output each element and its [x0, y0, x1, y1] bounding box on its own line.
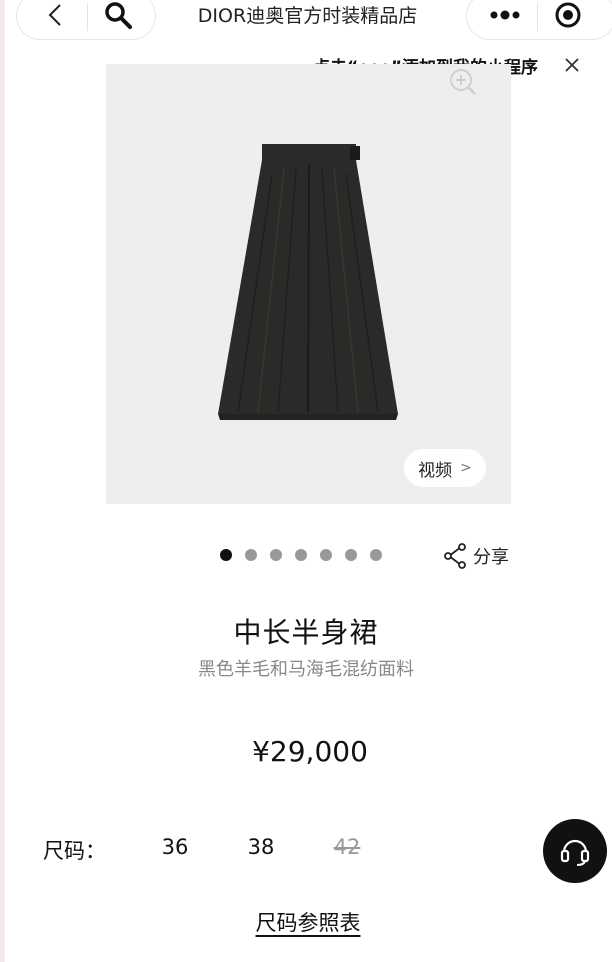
page-title: DIOR迪奥官方时装精品店: [197, 5, 418, 27]
product-price: ¥29,000: [252, 735, 368, 768]
page-edge: [0, 0, 5, 962]
zoom-button[interactable]: [448, 67, 478, 97]
carousel-dot[interactable]: [345, 549, 357, 561]
close-icon: [565, 58, 579, 72]
share-icon: [444, 543, 466, 569]
carousel-dot[interactable]: [220, 549, 232, 561]
headset-icon: [560, 839, 590, 866]
size-option-36[interactable]: 36: [155, 835, 195, 859]
top-bar: DIOR迪奥官方时装精品店: [0, 0, 612, 50]
share-button[interactable]: 分享: [443, 541, 509, 571]
carousel-dot[interactable]: [270, 549, 282, 561]
customer-service-button[interactable]: [543, 819, 607, 883]
more-button[interactable]: [480, 0, 530, 32]
target-icon: [555, 2, 581, 28]
size-label: 尺码：: [43, 839, 106, 863]
product-image[interactable]: [106, 64, 511, 504]
more-dots-icon: [490, 10, 520, 20]
product-name: 中长半身裙: [233, 616, 379, 649]
carousel-dot[interactable]: [295, 549, 307, 561]
share-label: 分享: [473, 547, 509, 568]
video-button[interactable]: 视频 >: [404, 449, 486, 487]
video-label: 视频: [418, 460, 453, 481]
size-option-38[interactable]: 38: [241, 835, 281, 859]
back-button[interactable]: [40, 0, 70, 32]
zoom-in-icon: [450, 69, 476, 95]
tip-close-button[interactable]: [561, 54, 583, 76]
close-miniprogram-button[interactable]: [548, 0, 588, 34]
chevron-right-icon: >: [460, 460, 472, 476]
carousel-dot[interactable]: [245, 549, 257, 561]
search-icon: [105, 2, 132, 29]
size-guide-link[interactable]: 尺码参照表: [0, 907, 612, 937]
carousel-dot[interactable]: [370, 549, 382, 561]
product-description: 黑色羊毛和马海毛混纺面料: [198, 659, 414, 680]
carousel-dot[interactable]: [320, 549, 332, 561]
chevron-left-icon: [48, 4, 61, 26]
search-button[interactable]: [100, 0, 136, 34]
carousel-dots: [220, 549, 382, 563]
size-option-42[interactable]: 42: [327, 835, 367, 859]
skirt-image: [218, 144, 398, 420]
